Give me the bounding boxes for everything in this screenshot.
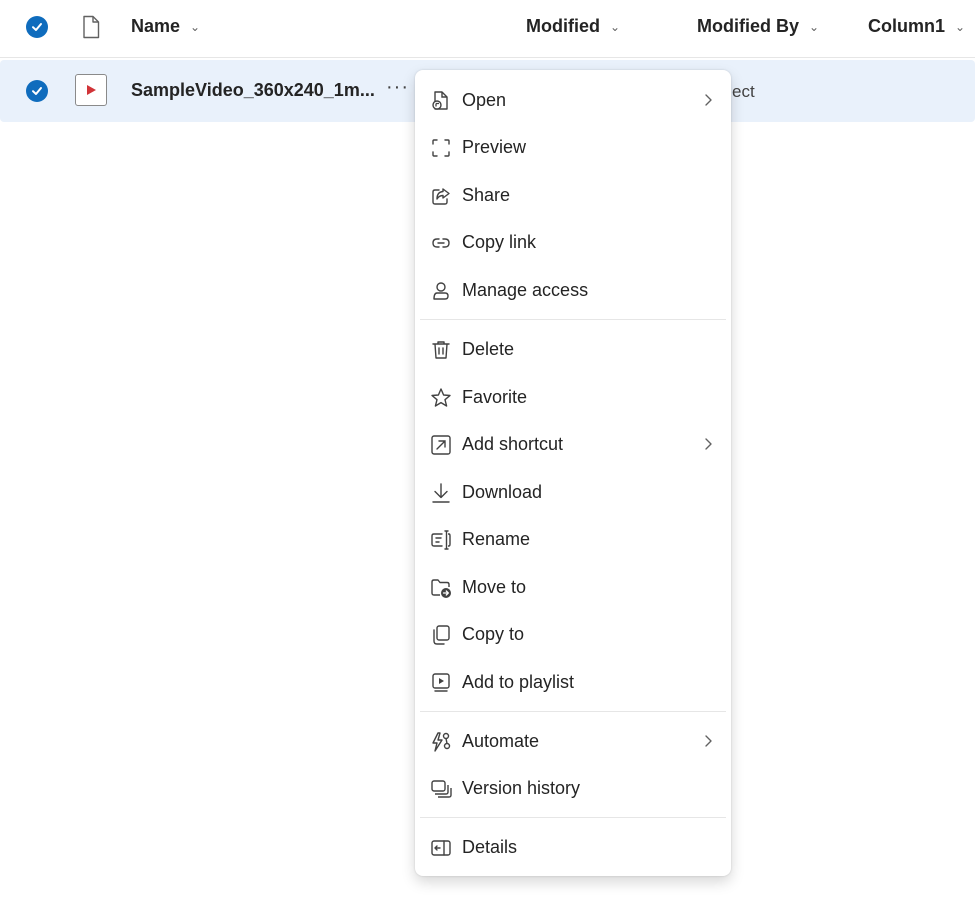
menu-item-label: Favorite bbox=[462, 386, 528, 407]
file-type-icon[interactable] bbox=[81, 15, 101, 44]
menu-item-preview[interactable]: Preview bbox=[415, 125, 731, 169]
open-icon bbox=[432, 91, 448, 110]
menu-item-label: Delete bbox=[462, 338, 515, 359]
menu-item-open[interactable]: Open bbox=[415, 78, 731, 122]
chevron-down-icon: ⌄ bbox=[610, 19, 621, 34]
move-folder-icon bbox=[431, 579, 451, 598]
menu-item-label: Version history bbox=[462, 777, 581, 798]
column-header-name[interactable]: Name ⌄ bbox=[131, 16, 200, 37]
menu-item-label: Manage access bbox=[462, 279, 589, 300]
column-header-modified[interactable]: Modified ⌄ bbox=[526, 16, 620, 37]
menu-item-favorite[interactable]: Favorite bbox=[415, 375, 731, 419]
menu-item-move-to[interactable]: Move to bbox=[415, 565, 731, 609]
column-header-row: Name ⌄ Modified ⌄ Modified By ⌄ Column1 … bbox=[0, 0, 975, 58]
details-icon bbox=[431, 840, 451, 856]
menu-item-label: Share bbox=[462, 184, 511, 205]
shortcut-icon bbox=[431, 435, 451, 455]
chevron-right-icon bbox=[705, 94, 712, 106]
menu-item-add-to-playlist[interactable]: Add to playlist bbox=[415, 660, 731, 704]
column-header-column1-label: Column1 bbox=[868, 16, 946, 36]
menu-item-label: Move to bbox=[462, 576, 527, 597]
menu-divider bbox=[420, 711, 726, 712]
download-icon bbox=[432, 483, 450, 503]
menu-item-rename[interactable]: Rename bbox=[415, 517, 731, 561]
version-history-icon bbox=[431, 780, 452, 798]
chevron-right-icon bbox=[705, 438, 712, 450]
file-name-link[interactable]: SampleVideo_360x240_1m... bbox=[131, 80, 375, 101]
menu-item-label: Add shortcut bbox=[462, 433, 564, 454]
column-header-modified-by-label: Modified By bbox=[697, 16, 799, 36]
column-header-modified-by[interactable]: Modified By ⌄ bbox=[697, 16, 819, 37]
chevron-down-icon: ⌄ bbox=[955, 19, 966, 34]
select-all-checkbox-icon[interactable] bbox=[26, 16, 48, 38]
video-file-icon bbox=[75, 74, 107, 106]
menu-divider bbox=[420, 319, 726, 320]
column-header-name-label: Name bbox=[131, 16, 181, 36]
menu-item-details[interactable]: Details bbox=[415, 825, 731, 869]
column-header-modified-label: Modified bbox=[526, 16, 600, 36]
menu-item-manage-access[interactable]: Manage access bbox=[415, 268, 731, 312]
menu-item-label: Preview bbox=[462, 136, 527, 157]
share-icon bbox=[432, 188, 450, 205]
copy-icon bbox=[433, 625, 450, 645]
menu-divider bbox=[420, 817, 726, 818]
menu-item-label: Details bbox=[462, 836, 518, 857]
chevron-down-icon: ⌄ bbox=[809, 19, 820, 34]
modified-by-value: ect bbox=[732, 82, 755, 101]
menu-item-label: Open bbox=[462, 89, 507, 110]
menu-item-copy-to[interactable]: Copy to bbox=[415, 612, 731, 656]
menu-item-delete[interactable]: Delete bbox=[415, 327, 731, 371]
menu-item-label: Automate bbox=[462, 730, 540, 751]
column-header-column1[interactable]: Column1 ⌄ bbox=[868, 16, 965, 37]
chevron-down-icon: ⌄ bbox=[190, 19, 201, 34]
menu-item-version-history[interactable]: Version history bbox=[415, 766, 731, 810]
menu-item-label: Download bbox=[462, 481, 543, 502]
preview-icon bbox=[432, 139, 450, 157]
menu-item-label: Copy to bbox=[462, 623, 525, 644]
chevron-right-icon bbox=[705, 735, 712, 747]
row-checkbox-icon[interactable] bbox=[26, 80, 48, 102]
menu-item-automate[interactable]: Automate bbox=[415, 719, 731, 763]
menu-item-share[interactable]: Share bbox=[415, 173, 731, 217]
menu-item-add-shortcut[interactable]: Add shortcut bbox=[415, 422, 731, 466]
link-icon bbox=[432, 238, 450, 248]
context-menu: Open Preview Share Copy link Manage acce… bbox=[415, 70, 731, 876]
menu-item-label: Add to playlist bbox=[462, 671, 575, 692]
menu-item-copy-link[interactable]: Copy link bbox=[415, 220, 731, 264]
menu-item-download[interactable]: Download bbox=[415, 470, 731, 514]
star-icon bbox=[431, 388, 451, 407]
more-actions-button[interactable]: ··· bbox=[386, 76, 409, 99]
rename-icon bbox=[431, 530, 451, 550]
menu-item-label: Copy link bbox=[462, 231, 537, 252]
person-icon bbox=[433, 282, 449, 300]
menu-item-label: Rename bbox=[462, 528, 531, 549]
playlist-icon bbox=[432, 673, 450, 692]
automate-icon bbox=[432, 732, 451, 752]
trash-icon bbox=[432, 341, 450, 359]
